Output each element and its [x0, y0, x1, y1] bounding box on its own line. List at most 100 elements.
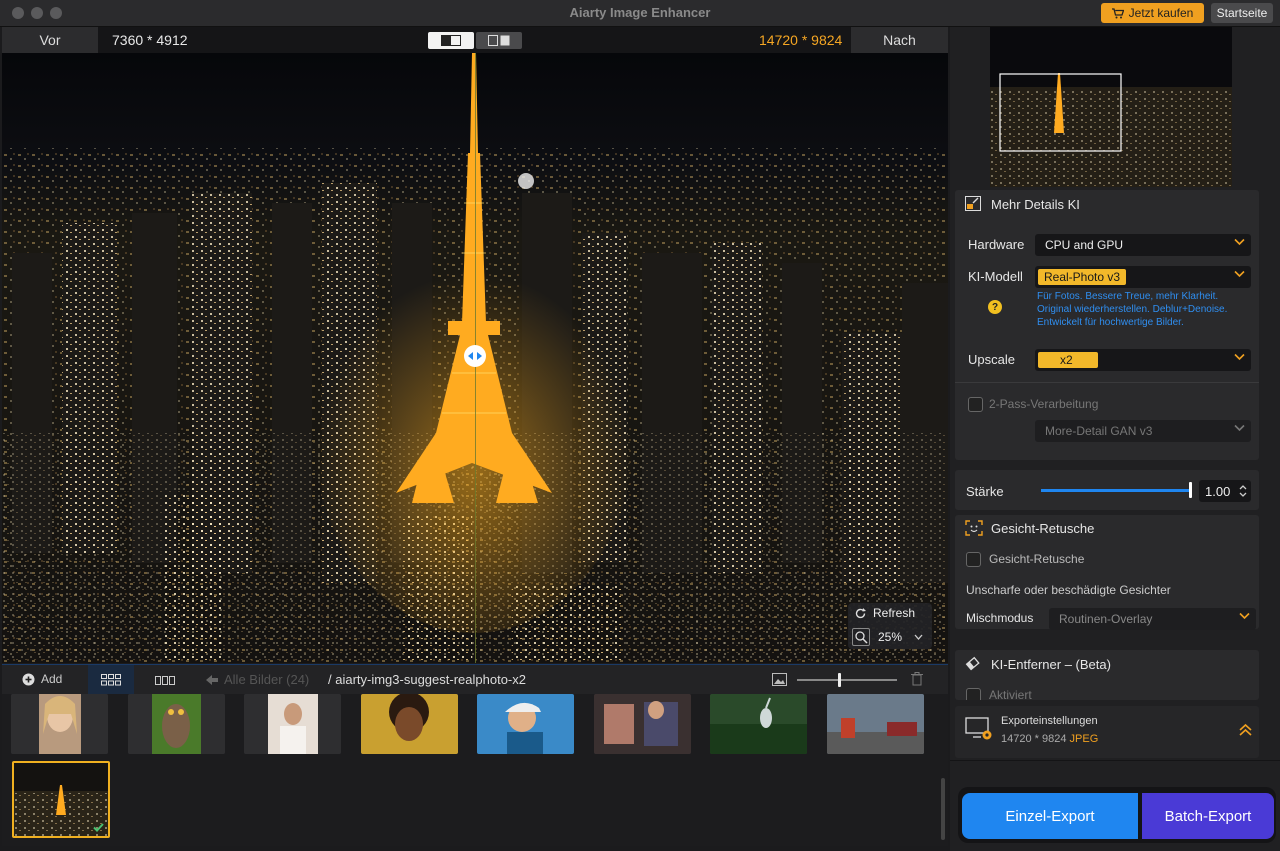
chevron-down-icon — [1234, 270, 1245, 278]
refresh-icon — [855, 607, 866, 618]
chevron-down-icon — [1234, 353, 1245, 361]
section-title: Mehr Details KI — [991, 197, 1080, 212]
divider — [950, 760, 1280, 761]
thumbnail-owl[interactable] — [128, 694, 225, 754]
blend-mode-dropdown[interactable]: Routinen-Overlay — [1049, 608, 1256, 630]
hardware-value: CPU and GPU — [1045, 238, 1124, 252]
slider-thumb[interactable] — [838, 673, 841, 687]
face-retouch-checkbox[interactable] — [966, 552, 981, 567]
thumbnail-woman-portrait[interactable] — [11, 694, 108, 754]
before-tab[interactable]: Vor — [2, 27, 98, 53]
main-image-canvas[interactable] — [2, 53, 948, 663]
app-title: Aiarty Image Enhancer — [569, 5, 711, 20]
ai-details-section: Mehr Details KI Hardware CPU and GPU KI-… — [955, 190, 1259, 460]
split-view-icon — [441, 35, 461, 46]
zoom-icon-box[interactable] — [852, 628, 870, 646]
ai-model-dropdown[interactable]: Real-Photo v3 — [1035, 266, 1251, 288]
export-format: JPEG — [1069, 733, 1099, 745]
model-description: Für Fotos. Bessere Treue, mehr Klarheit.… — [1037, 290, 1227, 329]
side-by-side-toggle[interactable] — [476, 32, 522, 49]
thumbnail-cafe[interactable] — [594, 694, 691, 754]
thumbnail-scrollbar[interactable] — [941, 778, 945, 840]
single-view-toggle[interactable] — [428, 32, 474, 49]
strength-slider-track[interactable] — [1041, 489, 1191, 492]
model-desc-line-2: Original wiederherstellen. Deblur+Denois… — [1037, 304, 1228, 315]
model-desc-line-3: Entwickelt für hochwertige Bilder. — [1037, 317, 1184, 328]
thumbnail-heron[interactable] — [710, 694, 807, 754]
two-pass-label: 2-Pass-Verarbeitung — [989, 397, 1099, 411]
face-icon — [965, 520, 983, 536]
upscale-value: x2 — [1038, 352, 1098, 368]
check-icon — [93, 823, 104, 832]
face-retouch-title: Gesicht-Retusche — [991, 521, 1095, 536]
chevron-down-icon — [1239, 612, 1250, 620]
back-to-all-button[interactable]: Alle Bilder (24) — [206, 672, 309, 687]
eraser-icon — [965, 656, 980, 671]
thumbnail-woman-white[interactable] — [244, 694, 341, 754]
filmstrip-icon — [155, 675, 175, 685]
hardware-dropdown[interactable]: CPU and GPU — [1035, 234, 1251, 256]
export-settings-section[interactable]: Exporteinstellungen 14720 * 9824 JPEG — [955, 706, 1259, 758]
strength-stepper[interactable]: 1.00 — [1199, 480, 1251, 502]
plus-circle-icon — [22, 673, 35, 685]
grid-view-button[interactable] — [88, 665, 134, 695]
face-retouch-section: Gesicht-Retusche Gesicht-Retusche Unscha… — [955, 515, 1259, 630]
compare-bar: Vor 7360 * 4912 14720 * 9824 Nach — [2, 27, 948, 53]
ai-model-value: Real-Photo v3 — [1038, 269, 1127, 285]
thumbnail-woman-curls[interactable] — [361, 694, 458, 754]
buy-now-button[interactable]: Jetzt kaufen — [1101, 3, 1204, 23]
refresh-label: Refresh — [873, 606, 916, 620]
add-button[interactable]: Add — [22, 672, 62, 686]
strip-view-button[interactable] — [142, 665, 188, 695]
single-export-button[interactable]: Einzel-Export — [962, 793, 1138, 839]
divider — [955, 382, 1259, 383]
thumbnail-toolbar: Add Alle Bilder (24) / aiarty-img3-sugge… — [2, 664, 948, 695]
blend-mode-label: Mischmodus — [966, 611, 1034, 625]
batch-export-button[interactable]: Batch-Export — [1142, 793, 1274, 839]
thumbnail-grid — [2, 694, 948, 846]
navigator-preview[interactable] — [990, 27, 1232, 187]
thumbnail-size-slider[interactable] — [797, 679, 897, 681]
strength-slider-fill — [1041, 489, 1191, 492]
grid-icon — [101, 674, 121, 686]
thumbnail-girl-cap[interactable] — [477, 694, 574, 754]
two-pass-model-dropdown[interactable]: More-Detail GAN v3 — [1035, 420, 1251, 442]
thumbnail-street[interactable] — [827, 694, 924, 754]
two-pass-model-value: More-Detail GAN v3 — [1045, 424, 1153, 438]
two-pass-checkbox[interactable] — [968, 397, 983, 412]
thumbnail-image — [477, 694, 574, 754]
chevron-down-icon — [1234, 424, 1245, 432]
double-chevron-up-icon[interactable] — [1239, 723, 1252, 737]
after-resolution: 14720 * 9824 — [759, 32, 843, 48]
refresh-button[interactable]: Refresh — [854, 606, 915, 620]
thumbnail-image — [827, 694, 924, 754]
upscale-label: Upscale — [968, 352, 1015, 367]
magnifier-icon — [855, 631, 868, 644]
strength-label: Stärke — [966, 484, 1004, 499]
chevron-down-icon[interactable] — [914, 634, 923, 640]
enhance-icon — [965, 196, 981, 211]
thumbnail-image — [128, 694, 225, 754]
upscale-dropdown[interactable]: x2 — [1035, 349, 1251, 371]
ai-remover-check-label: Aktiviert — [989, 688, 1032, 700]
export-settings-icon — [965, 717, 992, 740]
trash-icon[interactable] — [911, 672, 923, 686]
model-help-icon[interactable]: ? — [988, 300, 1002, 314]
ai-model-label: KI-Modell — [968, 269, 1023, 284]
ai-remover-checkbox[interactable] — [966, 688, 981, 700]
ai-remover-section: KI-Entferner – (Beta) Aktiviert — [955, 650, 1259, 700]
compare-handle[interactable] — [464, 345, 486, 367]
stepper-arrows-icon[interactable] — [1239, 484, 1247, 498]
strength-slider-thumb[interactable] — [1189, 482, 1192, 498]
drag-arrows-icon — [468, 352, 482, 360]
after-tab[interactable]: Nach — [851, 27, 948, 53]
thumbnail-image — [244, 694, 341, 754]
title-bar: Aiarty Image Enhancer Jetzt kaufen Start… — [0, 0, 1280, 27]
chevron-down-icon — [1234, 238, 1245, 246]
strength-value: 1.00 — [1205, 484, 1231, 499]
zoom-value[interactable]: 25% — [878, 630, 902, 644]
export-settings-title: Exporteinstellungen — [1001, 715, 1098, 727]
thumbnail-tokyo-night[interactable] — [12, 761, 110, 838]
home-button[interactable]: Startseite — [1211, 3, 1273, 23]
buy-now-label: Jetzt kaufen — [1128, 6, 1194, 20]
